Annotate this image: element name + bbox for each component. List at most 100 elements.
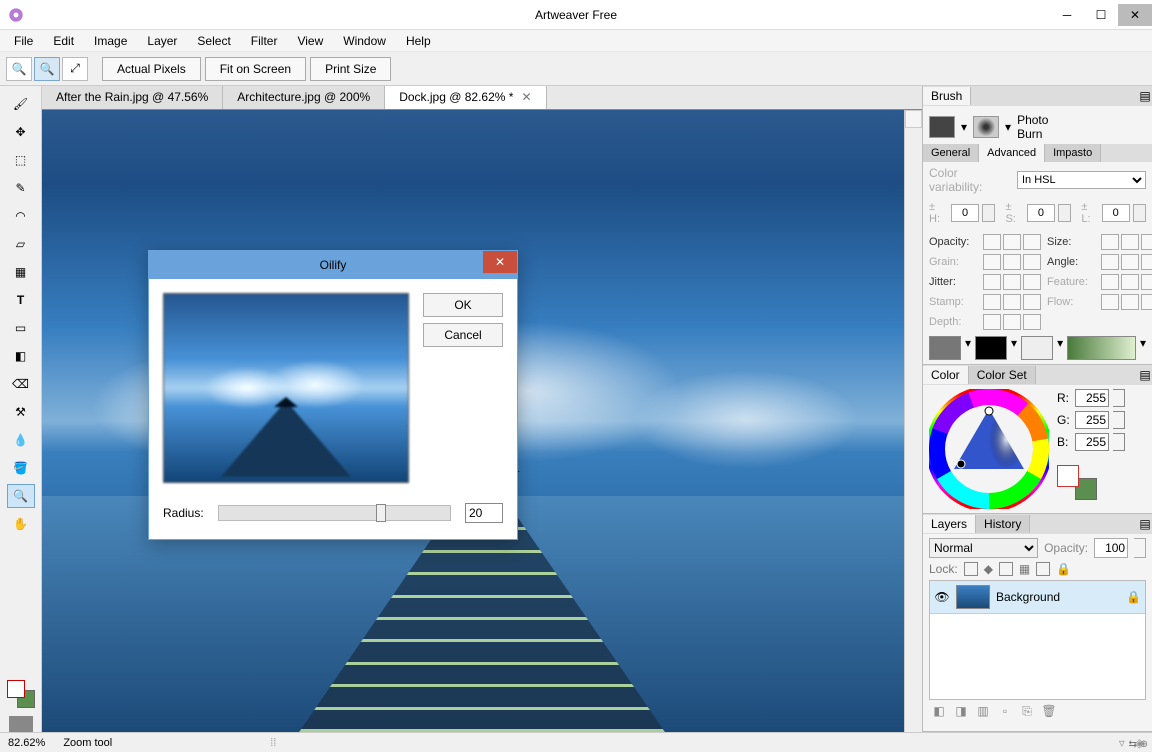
history-tab[interactable]: History <box>976 515 1030 533</box>
menu-filter[interactable]: Filter <box>241 31 288 51</box>
fgbg-swatches[interactable] <box>1057 465 1097 505</box>
texture-swatch-1[interactable] <box>929 336 961 360</box>
menu-window[interactable]: Window <box>333 31 396 51</box>
tab-architecture[interactable]: Architecture.jpg @ 200% <box>223 86 385 109</box>
color-set-tab[interactable]: Color Set <box>969 366 1036 384</box>
size-ctrl[interactable] <box>1101 234 1152 250</box>
panel-menu-icon[interactable]: ▤ <box>1138 89 1152 103</box>
lasso-tool-icon[interactable]: ◠ <box>7 204 35 228</box>
stamp-tool-icon[interactable]: ⚒ <box>7 400 35 424</box>
menu-help[interactable]: Help <box>396 31 441 51</box>
subtab-impasto[interactable]: Impasto <box>1045 144 1101 162</box>
radius-slider[interactable] <box>218 505 451 521</box>
crop-tool-icon[interactable]: ⬚ <box>7 148 35 172</box>
gradient-tool-icon[interactable]: ◧ <box>7 344 35 368</box>
depth-ctrl[interactable] <box>983 314 1041 330</box>
r-input[interactable] <box>1075 389 1109 407</box>
zoom-out-icon[interactable]: 🔍 <box>6 57 32 81</box>
minimize-button[interactable]: ─ <box>1050 4 1084 26</box>
window-close-button[interactable]: ✕ <box>1118 4 1152 26</box>
stamp-ctrl[interactable] <box>983 294 1041 310</box>
menu-file[interactable]: File <box>4 31 43 51</box>
canvas-scrollbar[interactable] <box>904 110 922 732</box>
layer-copy-icon[interactable]: ⎘ <box>1019 704 1035 719</box>
layer-item-background[interactable]: 👁 Background 🔒 <box>930 581 1145 614</box>
feature-ctrl[interactable] <box>1101 274 1152 290</box>
blend-mode-select[interactable]: Normal <box>929 538 1038 558</box>
dialog-titlebar[interactable]: Oilify ✕ <box>149 251 517 279</box>
gradient-swatch[interactable] <box>1067 336 1136 360</box>
canvas[interactable]: Oilify ✕ OK Cancel Radius: <box>42 110 922 732</box>
cancel-button[interactable]: Cancel <box>423 323 503 347</box>
add-color-icon[interactable]: ⇆ ⊕ <box>1128 739 1148 750</box>
color-tab[interactable]: Color <box>923 366 969 384</box>
jitter-ctrl[interactable] <box>983 274 1041 290</box>
fg-swatch[interactable] <box>1057 465 1079 487</box>
status-triangle-icon[interactable]: ▿ <box>1119 736 1125 750</box>
lock-ck1[interactable] <box>964 562 978 576</box>
layer-opacity-input[interactable] <box>1094 538 1128 558</box>
brush-tip-icon[interactable] <box>973 116 999 138</box>
zoom-tool-icon[interactable]: 🔍 <box>7 484 35 508</box>
lum-input[interactable] <box>1102 204 1130 222</box>
texture-swatch-icon[interactable] <box>9 716 33 732</box>
subtab-advanced[interactable]: Advanced <box>979 144 1045 162</box>
dialog-close-button[interactable]: ✕ <box>483 251 517 273</box>
maximize-button[interactable]: ☐ <box>1084 4 1118 26</box>
layer-mask-icon[interactable]: ◨ <box>953 704 969 719</box>
slider-knob[interactable] <box>376 504 386 522</box>
lock-ck3[interactable] <box>1036 562 1050 576</box>
print-size-button[interactable]: Print Size <box>310 57 391 81</box>
menu-edit[interactable]: Edit <box>43 31 84 51</box>
layer-fx-icon[interactable]: ◧ <box>931 704 947 719</box>
brush-tip-dropdown-icon[interactable]: ▾ <box>1005 120 1011 134</box>
perspective-tool-icon[interactable]: ▱ <box>7 232 35 256</box>
brush-tool-icon[interactable]: 🖌 <box>7 92 35 116</box>
texture-swatch-3[interactable] <box>1021 336 1053 360</box>
color-swatches[interactable] <box>7 680 35 708</box>
opacity-ctrl[interactable] <box>983 234 1041 250</box>
sat-input[interactable] <box>1027 204 1055 222</box>
grain-ctrl[interactable] <box>983 254 1041 270</box>
bucket-tool-icon[interactable]: 🪣 <box>7 456 35 480</box>
angle-ctrl[interactable] <box>1101 254 1152 270</box>
hue-dropdown[interactable] <box>982 204 995 222</box>
menu-view[interactable]: View <box>287 31 333 51</box>
visibility-icon[interactable]: 👁 <box>934 590 950 604</box>
tab-close-icon[interactable]: ✕ <box>521 90 531 104</box>
sat-dropdown[interactable] <box>1058 204 1071 222</box>
panel-menu-icon[interactable]: ▤ <box>1138 368 1152 382</box>
color-wheel[interactable] <box>929 389 1049 509</box>
text-tool-icon[interactable]: T <box>7 288 35 312</box>
hue-input[interactable] <box>951 204 979 222</box>
eyedropper-tool-icon[interactable]: 💧 <box>7 428 35 452</box>
texture-swatch-2[interactable] <box>975 336 1007 360</box>
zoom-in-icon[interactable]: 🔍 <box>34 57 60 81</box>
pencil-tool-icon[interactable]: ✎ <box>7 176 35 200</box>
shape-tool-icon[interactable]: ▭ <box>7 316 35 340</box>
subtab-general[interactable]: General <box>923 144 979 162</box>
lum-dropdown[interactable] <box>1133 204 1146 222</box>
layers-tab[interactable]: Layers <box>923 515 976 533</box>
tab-dock[interactable]: Dock.jpg @ 82.62% *✕ <box>385 86 546 109</box>
brush-dropdown-icon[interactable]: ▾ <box>961 120 967 134</box>
b-input[interactable] <box>1075 433 1109 451</box>
layer-new-icon[interactable]: ▫ <box>997 704 1013 719</box>
ok-button[interactable]: OK <box>423 293 503 317</box>
actual-pixels-button[interactable]: Actual Pixels <box>102 57 201 81</box>
grid-tool-icon[interactable]: ▦ <box>7 260 35 284</box>
menu-select[interactable]: Select <box>187 31 240 51</box>
lock-icon[interactable]: 🔒 <box>1126 590 1141 604</box>
menu-layer[interactable]: Layer <box>137 31 187 51</box>
eraser-tool-icon[interactable]: ⌫ <box>7 372 35 396</box>
radius-input[interactable] <box>465 503 503 523</box>
g-input[interactable] <box>1075 411 1109 429</box>
lock-ck2[interactable] <box>999 562 1013 576</box>
color-variability-select[interactable]: In HSL <box>1017 171 1146 189</box>
scroll-up-icon[interactable] <box>905 110 922 128</box>
layer-delete-icon[interactable]: 🗑 <box>1041 704 1057 719</box>
foreground-color-swatch[interactable] <box>7 680 25 698</box>
fit-on-screen-button[interactable]: Fit on Screen <box>205 57 306 81</box>
panel-menu-icon[interactable]: ▤ <box>1138 517 1152 531</box>
flow-ctrl[interactable] <box>1101 294 1152 310</box>
